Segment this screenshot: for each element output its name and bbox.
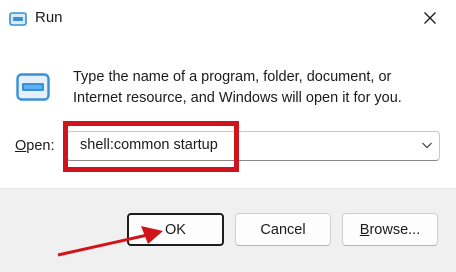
- browse-button-label: rowse...: [369, 221, 421, 238]
- browse-button[interactable]: Browse...: [342, 213, 438, 246]
- description-line-1: Type the name of a program, folder, docu…: [73, 69, 392, 85]
- open-label-rest: pen:: [26, 138, 55, 154]
- ok-button[interactable]: OK: [127, 213, 224, 246]
- run-description: Type the name of a program, folder, docu…: [73, 67, 443, 109]
- title-bar: Run: [0, 0, 456, 36]
- window-title: Run: [35, 9, 63, 26]
- chevron-down-icon[interactable]: [421, 140, 433, 150]
- close-icon: [424, 12, 436, 24]
- close-button[interactable]: [412, 4, 448, 32]
- run-app-icon: [16, 73, 50, 101]
- ok-button-label: OK: [165, 221, 186, 238]
- run-icon: [9, 12, 27, 26]
- cancel-button[interactable]: Cancel: [235, 213, 331, 246]
- open-label: Open:: [15, 138, 55, 154]
- browse-button-mnemonic: B: [359, 221, 370, 238]
- cancel-button-label: Cancel: [260, 221, 306, 238]
- run-dialog: Run Type the name of a program, folder, …: [0, 0, 456, 272]
- description-line-2: Internet resource, and Windows will open…: [73, 90, 402, 106]
- open-label-mnemonic: O: [15, 138, 27, 154]
- annotation-highlight-box: [63, 121, 239, 172]
